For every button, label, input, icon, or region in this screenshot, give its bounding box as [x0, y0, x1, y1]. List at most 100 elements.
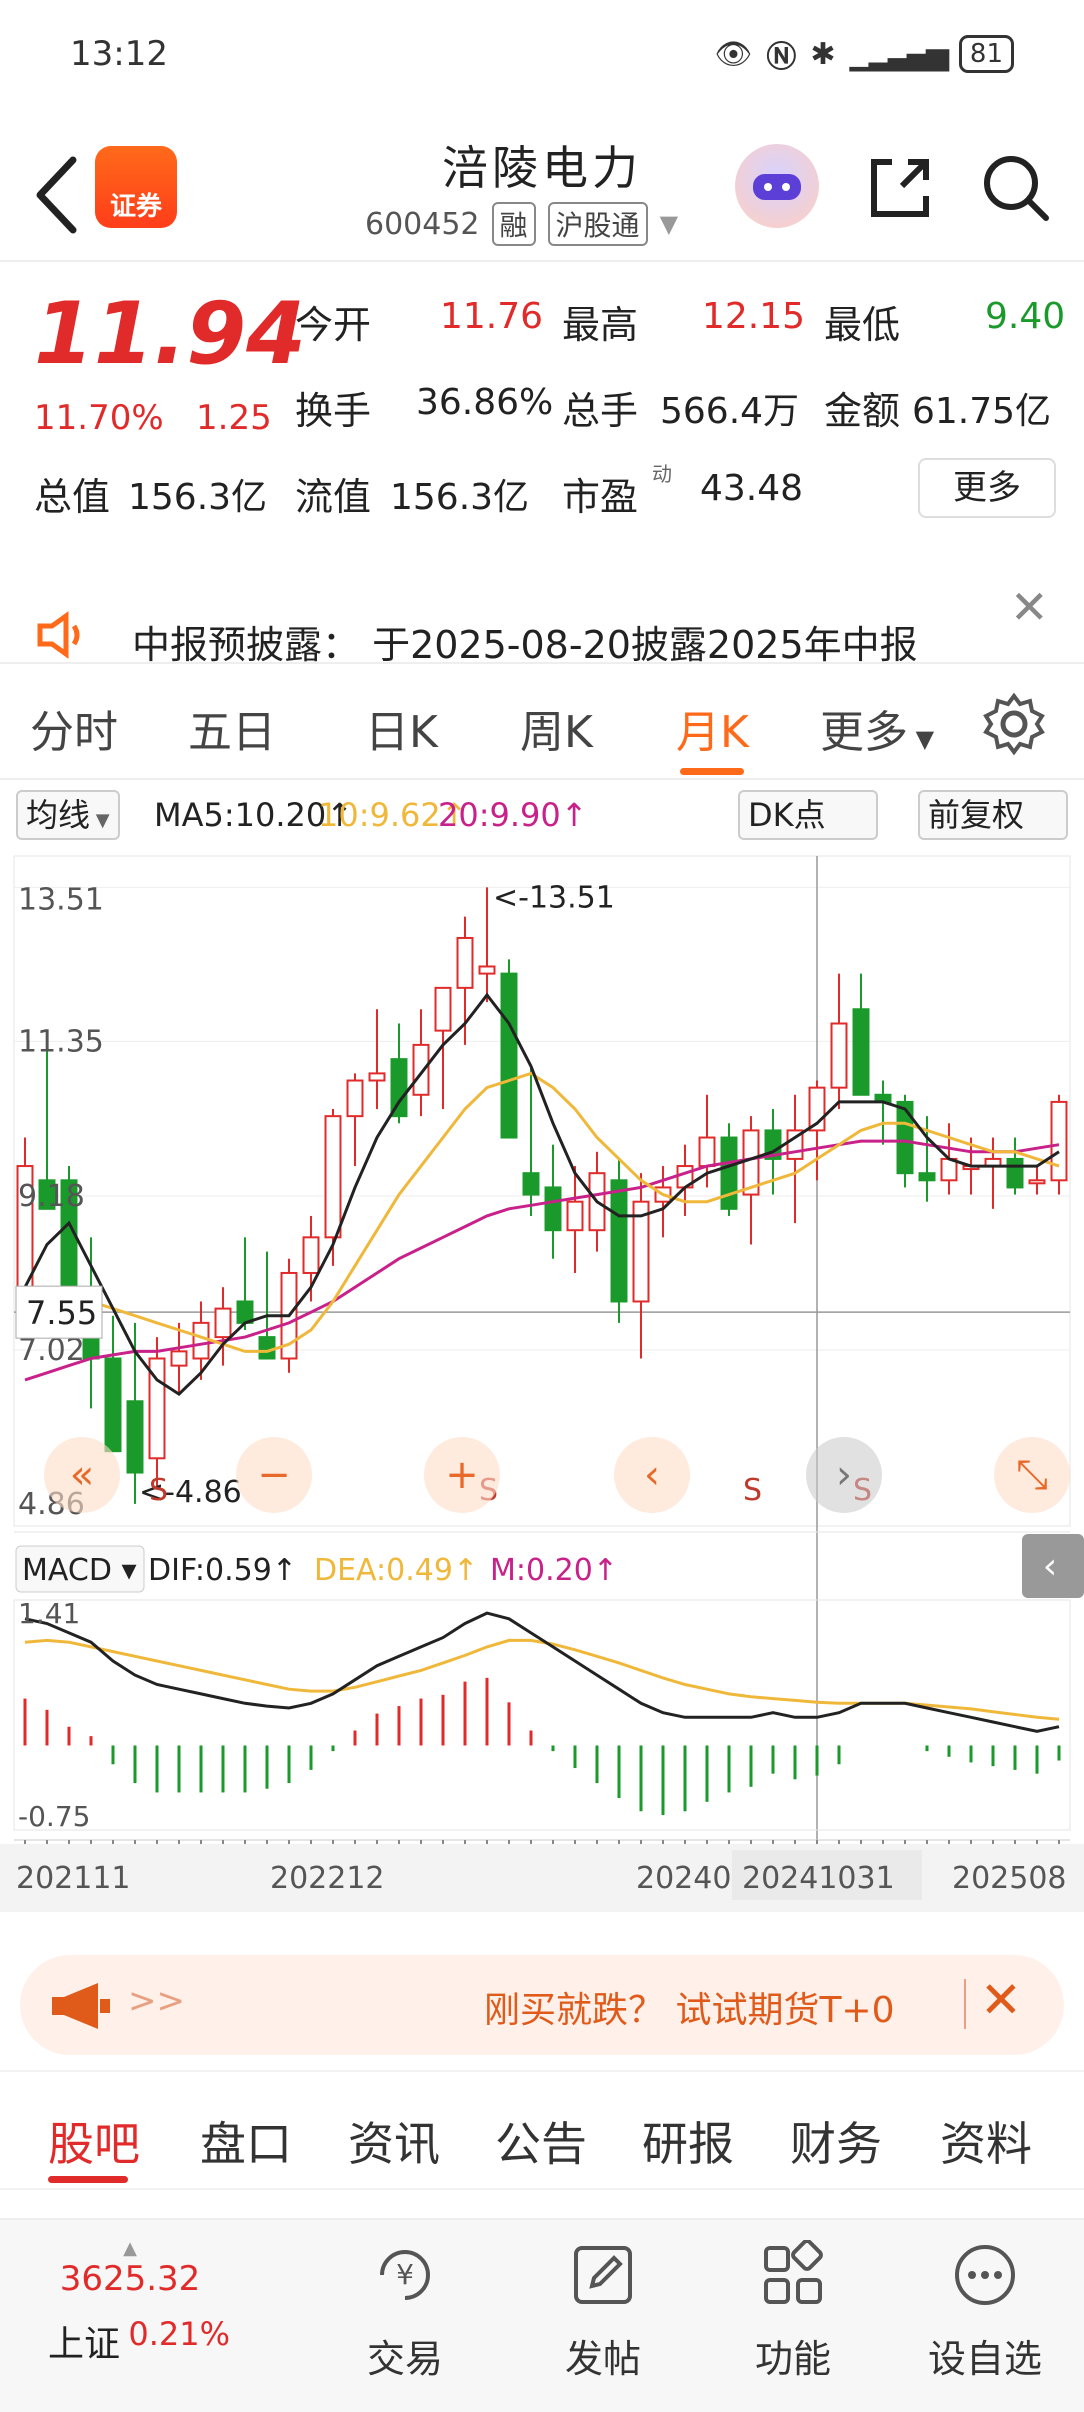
candle-down [500, 972, 518, 1139]
active-content-tab-indicator [48, 2176, 128, 2183]
low-value: 9.40 [985, 296, 1066, 337]
tab-five-day[interactable]: 五日 [188, 696, 276, 760]
tab-finance[interactable]: 财务 [790, 2108, 882, 2174]
tab-research[interactable]: 研报 [642, 2108, 734, 2174]
nav-functions-label: 功能 [754, 2337, 831, 2381]
tab-announcements[interactable]: 公告 [495, 2108, 587, 2174]
index-ticker[interactable]: ▲ 3625.32 上证 0.21% [30, 2238, 230, 2367]
status-bar: 13:12 👁 Ⓝ ✱ ▁▂▃▄▅ 81 [0, 0, 1084, 110]
trade-yen-icon: ¥ [380, 2250, 430, 2300]
tab-more[interactable]: 更多 ▼ [820, 696, 934, 760]
candle-down [1006, 1157, 1024, 1189]
ma5-line [23, 992, 1060, 1397]
mktcap-value: 156.3亿 [128, 477, 268, 518]
ma-selector-label: 均线 [26, 796, 91, 834]
zoom-out-icon[interactable]: − [236, 1437, 312, 1513]
candle-up [192, 1321, 210, 1360]
price-tick-label: 13.51 [18, 882, 104, 917]
nav-post[interactable]: 发帖 [528, 2240, 678, 2383]
time-tick-label: 20241031 [742, 1861, 895, 1896]
ma20-line [24, 1139, 1060, 1382]
candle-up [346, 1079, 364, 1118]
nfc-icon: Ⓝ [766, 40, 797, 75]
tab-orderbook[interactable]: 盘口 [200, 2108, 292, 2174]
nav-functions[interactable]: 功能 [718, 2239, 868, 2383]
index-value: 3625.32 [59, 2259, 201, 2299]
connect-tag: 沪股通 [547, 202, 648, 246]
settings-gear-icon[interactable] [982, 692, 1046, 756]
index-change: 0.21% [128, 2315, 230, 2353]
turnover-label: 换手 [295, 389, 372, 433]
m-value: M:0.20↑ [490, 1553, 618, 1588]
ma-lines [23, 992, 1060, 1397]
candle-up [566, 1200, 584, 1232]
caret-down-icon[interactable]: ▼ [660, 210, 678, 238]
open-label: 今开 [295, 303, 372, 347]
period-tabs: 分时 五日 日K 周K 月K 更多 ▼ [0, 670, 1084, 780]
candle-up [214, 1307, 232, 1339]
close-icon[interactable]: ✕ [980, 1971, 1022, 2029]
tab-daily[interactable]: 日K [365, 696, 438, 760]
more-quote-button[interactable]: 更多 [918, 458, 1056, 518]
tab-forum[interactable]: 股吧 [48, 2108, 140, 2174]
time-tick-label: 202508 [952, 1861, 1067, 1896]
promo-banner[interactable]: >> 刚买就跌？ 试试期货T+0 ✕ [20, 1955, 1064, 2055]
content-tabs: 股吧 盘口 资讯 公告 研报 财务 资料 [0, 2070, 1084, 2190]
step-right-icon[interactable]: › [806, 1437, 882, 1513]
crosshair-price-label: 7.55 [26, 1294, 97, 1332]
edit-icon [574, 2246, 632, 2304]
assistant-robot-icon[interactable] [735, 144, 819, 228]
nav-post-label: 发帖 [564, 2337, 641, 2381]
tab-weekly[interactable]: 周K [520, 696, 593, 760]
dif-value: DIF:0.59↑ [148, 1553, 297, 1588]
pe-label: 市盈 [562, 475, 639, 519]
candle-down [126, 1400, 144, 1474]
margin-tag: 融 [491, 202, 536, 246]
mktcap-label: 总值 [34, 475, 111, 519]
clock: 13:12 [70, 34, 168, 74]
zoom-rewind-icon[interactable]: « [44, 1437, 120, 1513]
dif-line [24, 1611, 1060, 1733]
tab-profile[interactable]: 资料 [940, 2108, 1032, 2174]
candle-down [918, 1172, 936, 1182]
pe-value: 43.48 [700, 468, 804, 509]
svg-text:«: « [70, 1452, 94, 1498]
dea-value: DEA:0.49↑ [314, 1553, 478, 1588]
step-left-icon[interactable]: ‹ [614, 1437, 690, 1513]
adjust-button[interactable]: 前复权 [918, 790, 1068, 840]
svg-text:‹: ‹ [644, 1452, 660, 1498]
s-signal-marker: S [149, 1473, 168, 1508]
amount-value: 61.75亿 [912, 391, 1052, 432]
close-icon[interactable]: ✕ [1010, 580, 1049, 634]
search-icon[interactable] [978, 150, 1054, 226]
macd-tick-label: -0.75 [18, 1800, 90, 1833]
notice-bar[interactable]: 中报预披露： 于2025-08-20披露2025年中报 ✕ [0, 560, 1084, 667]
tab-monthly[interactable]: 月K [676, 696, 749, 760]
candle-up [170, 1350, 188, 1367]
change-amount: 1.25 [196, 398, 272, 438]
float-label: 流值 [295, 475, 372, 519]
nav-watchlist[interactable]: 设自选 [910, 2240, 1060, 2383]
chevrons-icon: >> [128, 1981, 185, 2021]
tab-news[interactable]: 资讯 [348, 2108, 440, 2174]
turnover-value: 36.86% [416, 382, 554, 423]
nav-trade[interactable]: ¥ 交易 [330, 2240, 480, 2383]
price-tick-label: 9.18 [18, 1179, 85, 1214]
zoom-in-icon[interactable]: + [424, 1437, 500, 1513]
megaphone-icon [52, 1983, 110, 2029]
grid-apps-icon [764, 2239, 823, 2304]
candle-down [544, 1186, 562, 1232]
svg-text:+: + [445, 1452, 479, 1498]
pe-superscript: 动 [652, 462, 672, 486]
tab-intraday[interactable]: 分时 [30, 696, 118, 760]
share-icon[interactable] [862, 150, 938, 226]
fullscreen-icon[interactable]: ⤡ [994, 1437, 1070, 1513]
time-tick-label: 20240 [636, 1861, 731, 1896]
candle-up [478, 965, 496, 975]
banner-divider [964, 1979, 966, 2029]
kline-chart[interactable]: 13.5111.359.187.024.867.55<-13.51<-4.86S… [0, 840, 1084, 1930]
bluetooth-icon: ✱ [810, 36, 836, 72]
price-frame [13, 855, 1071, 1527]
dk-point-button[interactable]: DK点 [738, 790, 878, 840]
ma-selector[interactable]: 均线 ▼ [16, 790, 120, 840]
